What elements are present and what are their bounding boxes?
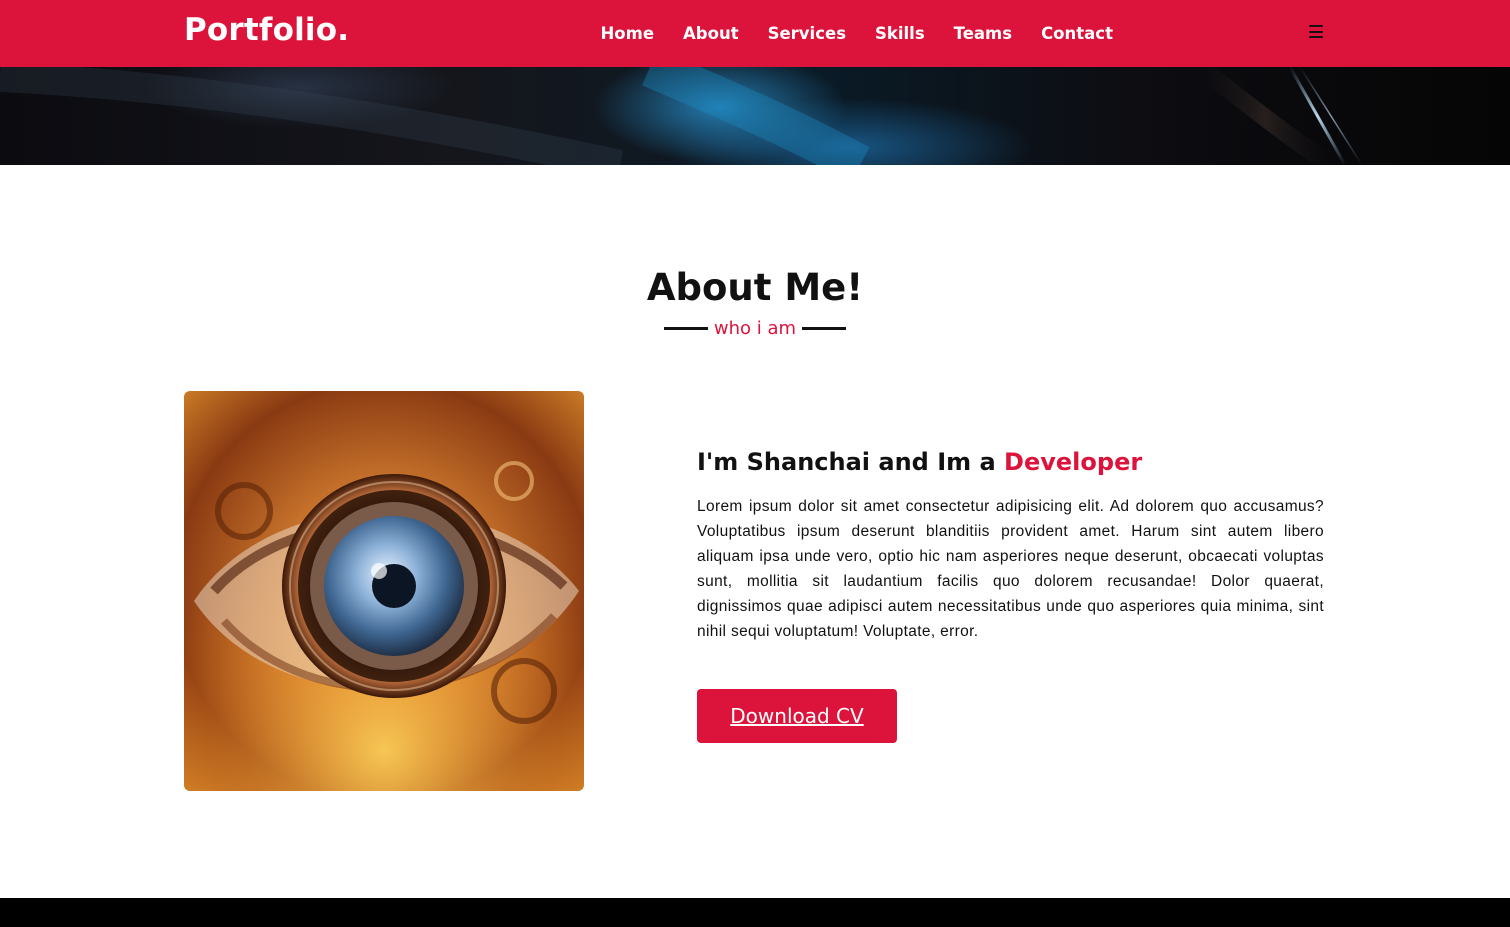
section-subtitle-wrap: who i am [0,315,1510,339]
nav-menu: Home About Services Skills Teams Contact [586,0,1127,67]
section-title: About Me! [646,266,864,309]
intro-prefix: I'm Shanchai and Im a [697,448,1005,476]
divider-line-right [802,327,847,330]
intro-role: Developer [1004,448,1143,476]
nav-link-about[interactable]: About [669,24,754,43]
intro-heading: I'm Shanchai and Im a Developer [697,448,1142,476]
nav-link-home[interactable]: Home [586,24,669,43]
hamburger-menu-icon[interactable] [1309,25,1323,38]
section-subtitle: who i am [663,318,847,339]
nav-link-contact[interactable]: Contact [1027,24,1128,43]
divider-line-left [663,327,708,330]
logo[interactable]: Portfolio. [184,12,349,48]
footer-bar [0,898,1510,927]
eye-camera-lens-illustration [184,391,584,791]
navbar: Portfolio. Home About Services Skills Te… [0,0,1510,67]
nav-link-skills[interactable]: Skills [861,24,940,43]
section-subtitle-text: who i am [713,318,797,339]
light-streaks-graphic [0,67,1363,165]
nav-link-services[interactable]: Services [753,24,860,43]
download-cv-button[interactable]: Download CV [697,689,897,743]
profile-image [184,391,584,791]
nav-link-teams[interactable]: Teams [939,24,1026,43]
about-paragraph: Lorem ipsum dolor sit amet consectetur a… [697,498,1324,640]
hero-banner-image [0,67,1510,165]
